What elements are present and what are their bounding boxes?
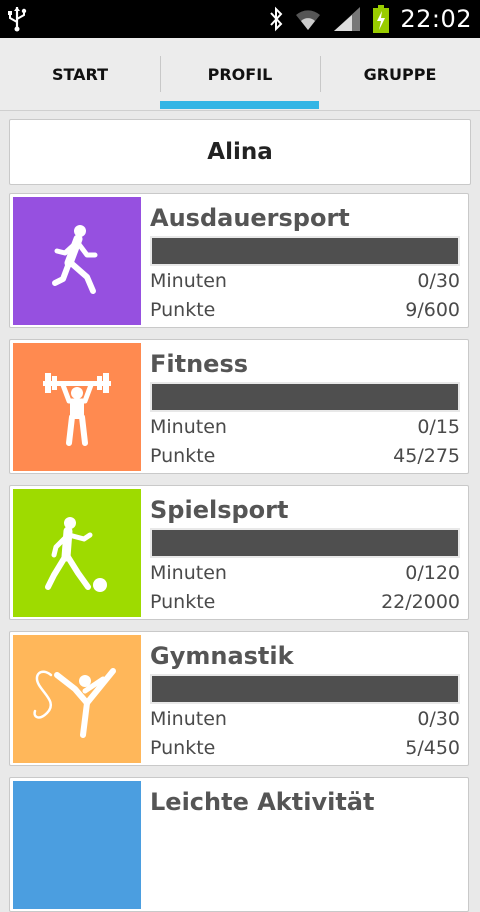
minutes-row: Minuten 0/120 — [150, 562, 460, 586]
points-value: 9/600 — [405, 299, 460, 321]
card-title: Leichte Aktivität — [150, 788, 375, 816]
points-label: Punkte — [150, 737, 216, 759]
selected-tab-indicator — [160, 101, 319, 109]
progress-fill — [152, 676, 458, 702]
activity-card-fitness[interactable]: Fitness Minuten 0/15 Punkte 45/275 — [9, 339, 469, 474]
points-value: 5/450 — [405, 737, 460, 759]
minutes-value: 0/120 — [405, 562, 460, 584]
bluetooth-icon — [270, 6, 283, 32]
points-row: Punkte 5/450 — [150, 737, 460, 761]
tab-bar: START PROFIL GRUPPE — [0, 38, 480, 111]
battery-charging-icon — [373, 5, 390, 33]
progress-bar — [150, 674, 460, 704]
points-value: 45/275 — [393, 445, 460, 467]
minutes-row: Minuten 0/30 — [150, 270, 460, 294]
gymnastics-icon — [13, 635, 141, 763]
minutes-row: Minuten 0/15 — [150, 416, 460, 440]
activity-card-ausdauersport[interactable]: Ausdauersport Minuten 0/30 Punkte 9/600 — [9, 193, 469, 328]
card-title: Ausdauersport — [150, 204, 350, 232]
weightlifting-icon — [13, 343, 141, 471]
progress-bar — [150, 236, 460, 266]
progress-fill — [152, 384, 458, 410]
progress-bar — [150, 528, 460, 558]
activity-card-gymnastik[interactable]: Gymnastik Minuten 0/30 Punkte 5/450 — [9, 631, 469, 766]
minutes-value: 0/15 — [417, 416, 460, 438]
points-label: Punkte — [150, 445, 216, 467]
light-activity-icon — [13, 781, 141, 909]
progress-bar — [150, 382, 460, 412]
minutes-label: Minuten — [150, 416, 227, 438]
progress-fill — [152, 238, 458, 264]
usb-icon — [8, 7, 27, 32]
points-label: Punkte — [150, 591, 216, 613]
soccer-icon — [13, 489, 141, 617]
minutes-row: Minuten 0/30 — [150, 708, 460, 732]
minutes-value: 0/30 — [417, 270, 460, 292]
card-title: Gymnastik — [150, 642, 294, 670]
status-bar: 22:02 — [0, 0, 480, 38]
wifi-icon — [296, 10, 321, 30]
tab-start[interactable]: START — [0, 38, 160, 110]
minutes-label: Minuten — [150, 708, 227, 730]
status-time: 22:02 — [400, 5, 472, 33]
tab-profil[interactable]: PROFIL — [160, 38, 320, 110]
minutes-label: Minuten — [150, 270, 227, 292]
minutes-value: 0/30 — [417, 708, 460, 730]
card-title: Fitness — [150, 350, 249, 378]
points-row: Punkte 45/275 — [150, 445, 460, 469]
points-row: Punkte 22/2000 — [150, 591, 460, 615]
running-icon — [13, 197, 141, 325]
activity-card-spielsport[interactable]: Spielsport Minuten 0/120 Punkte 22/2000 — [9, 485, 469, 620]
card-title: Spielsport — [150, 496, 289, 524]
tab-gruppe[interactable]: GRUPPE — [320, 38, 480, 110]
activity-card-leichte-aktivitaet[interactable]: Leichte Aktivität — [9, 777, 469, 912]
points-row: Punkte 9/600 — [150, 299, 460, 323]
progress-fill — [152, 530, 458, 556]
profile-name: Alina — [9, 119, 471, 185]
points-label: Punkte — [150, 299, 216, 321]
signal-icon — [334, 7, 361, 31]
minutes-label: Minuten — [150, 562, 227, 584]
points-value: 22/2000 — [381, 591, 460, 613]
